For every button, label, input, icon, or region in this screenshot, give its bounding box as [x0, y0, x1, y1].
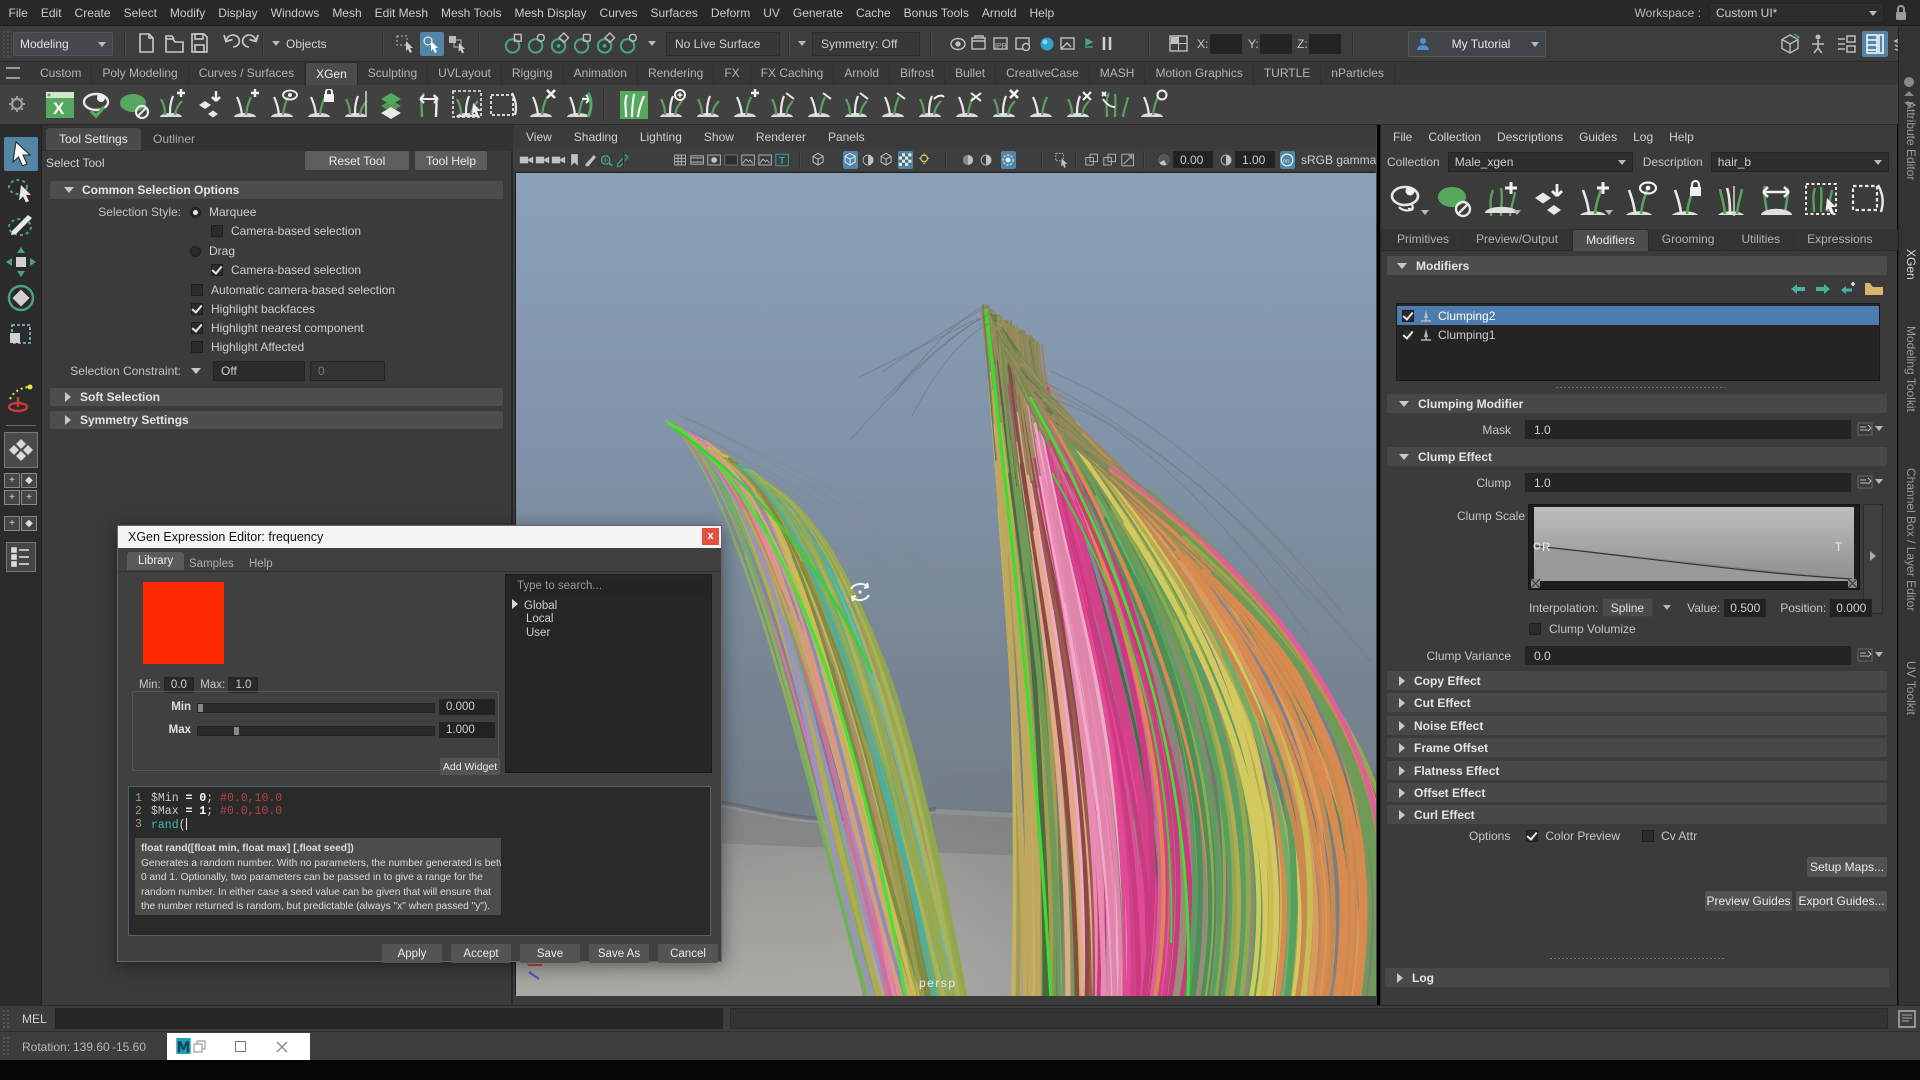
svg-text:IPR: IPR [995, 43, 1007, 50]
svg-text:persp: persp [919, 976, 957, 990]
svg-text:on: on [1283, 159, 1289, 165]
svg-text:R: R [1542, 542, 1550, 554]
svg-text:T: T [779, 155, 785, 165]
svg-text:T: T [1835, 542, 1842, 554]
svg-text:X: X [53, 99, 65, 118]
